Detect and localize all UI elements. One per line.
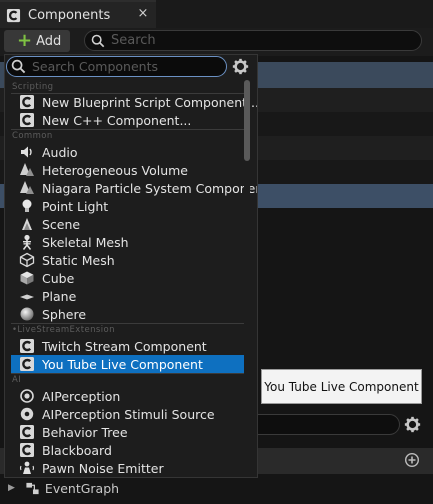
noise-emitter-icon: [19, 460, 35, 476]
components-tab[interactable]: Components ×: [0, 0, 156, 28]
item-label: Skeletal Mesh: [42, 234, 129, 250]
list-item-audio[interactable]: Audio: [11, 143, 245, 161]
list-item-static-mesh[interactable]: Static Mesh: [11, 251, 245, 269]
list-item-niagara-particle-system[interactable]: Niagara Particle System Component: [11, 179, 257, 197]
plus-circle-icon[interactable]: [404, 452, 420, 468]
component-c-icon: [19, 442, 35, 458]
category-divider: [11, 129, 247, 130]
cube-icon: [19, 270, 35, 286]
add-component-button[interactable]: + Add: [4, 30, 70, 52]
item-label: Sphere: [42, 306, 87, 322]
list-item-scene[interactable]: Scene: [11, 215, 245, 233]
plane-icon: [19, 288, 35, 304]
speaker-icon: [19, 144, 35, 160]
item-label: New C++ Component...: [42, 112, 192, 128]
list-item-twitch-stream[interactable]: Twitch Stream Component: [11, 337, 245, 355]
components-tab-icon: [6, 8, 21, 23]
item-label: New Blueprint Script Component...: [42, 94, 258, 110]
stimuli-icon: [19, 406, 35, 422]
item-label: Blackboard: [42, 442, 112, 458]
list-item-skeletal-mesh[interactable]: Skeletal Mesh: [11, 233, 245, 251]
static-mesh-icon: [19, 252, 35, 268]
event-graph-label: EventGraph: [44, 480, 120, 496]
list-item-blackboard[interactable]: Blackboard: [11, 441, 245, 459]
item-label: Point Light: [42, 198, 109, 214]
item-label: Audio: [42, 144, 78, 160]
components-search-input[interactable]: Search: [84, 30, 422, 51]
item-label: Twitch Stream Component: [42, 338, 207, 354]
list-item-pawn-noise-emitter[interactable]: Pawn Noise Emitter: [11, 459, 245, 477]
category-livestream-extension: •LiveStreamExtension: [12, 325, 115, 335]
list-item-behavior-tree[interactable]: Behavior Tree: [11, 423, 245, 441]
item-label: Cube: [42, 270, 75, 286]
eye-icon: [19, 388, 35, 404]
component-c-icon: [19, 338, 35, 354]
list-item-cube[interactable]: Cube: [11, 269, 245, 287]
item-label: Behavior Tree: [42, 424, 128, 440]
search-icon: [91, 34, 105, 48]
popup-scrollbar-thumb[interactable]: [244, 80, 250, 161]
item-label: Pawn Noise Emitter: [42, 460, 164, 476]
list-item-heterogeneous-volume[interactable]: Heterogeneous Volume: [11, 161, 245, 179]
event-graph-row[interactable]: ▶ EventGraph: [0, 478, 433, 498]
gear-icon[interactable]: [232, 58, 249, 75]
list-item-new-cpp-component[interactable]: New C++ Component...: [11, 111, 245, 129]
category-scripting: Scripting: [12, 82, 54, 92]
component-c-icon: [19, 424, 35, 440]
list-item-point-light[interactable]: Point Light: [11, 197, 245, 215]
component-c-icon: [19, 356, 35, 372]
component-c-icon: [19, 112, 35, 128]
scene-icon: [19, 216, 35, 232]
add-component-popup: Scripting New Blueprint Script Component…: [4, 54, 258, 478]
light-bulb-icon: [19, 198, 35, 214]
expand-arrow-icon[interactable]: ▶: [8, 483, 15, 493]
particle-icon: [19, 180, 35, 196]
plus-icon: +: [17, 30, 33, 51]
item-label: Plane: [42, 288, 77, 304]
volume-icon: [19, 162, 35, 178]
list-item-sphere[interactable]: Sphere: [11, 305, 245, 323]
sphere-icon: [19, 306, 35, 322]
tab-close-icon[interactable]: ×: [136, 6, 150, 22]
item-label: You Tube Live Component: [42, 356, 203, 372]
tooltip: You Tube Live Component: [261, 369, 422, 404]
category-divider: [11, 323, 247, 324]
graph-icon: [25, 481, 40, 496]
search-placeholder: Search: [111, 33, 156, 48]
item-label: Static Mesh: [42, 252, 115, 268]
details-search-input[interactable]: [250, 414, 400, 435]
add-button-label: Add: [36, 33, 62, 49]
item-label: Scene: [42, 216, 81, 232]
item-label: AIPerception: [42, 388, 121, 404]
list-item-new-blueprint-script[interactable]: New Blueprint Script Component...: [11, 93, 257, 111]
category-common: Common: [12, 131, 53, 141]
popup-search-input[interactable]: Search Components: [6, 56, 227, 77]
list-item-ai-perception-stimuli[interactable]: AIPerception Stimuli Source: [11, 405, 245, 423]
gear-icon[interactable]: [404, 416, 421, 433]
skeleton-icon: [19, 234, 35, 250]
component-c-icon: [19, 94, 35, 110]
list-item-plane[interactable]: Plane: [11, 287, 245, 305]
list-item-youtube-live[interactable]: You Tube Live Component: [11, 355, 245, 373]
list-item-ai-perception[interactable]: AIPerception: [11, 387, 245, 405]
search-icon: [11, 59, 26, 74]
category-ai: AI: [12, 375, 22, 385]
item-label: Heterogeneous Volume: [42, 162, 188, 178]
category-divider: [11, 373, 247, 374]
item-label: AIPerception Stimuli Source: [42, 406, 215, 422]
tab-title: Components: [28, 7, 111, 23]
item-label: Niagara Particle System Component: [42, 180, 258, 196]
popup-search-placeholder: Search Components: [32, 59, 159, 74]
